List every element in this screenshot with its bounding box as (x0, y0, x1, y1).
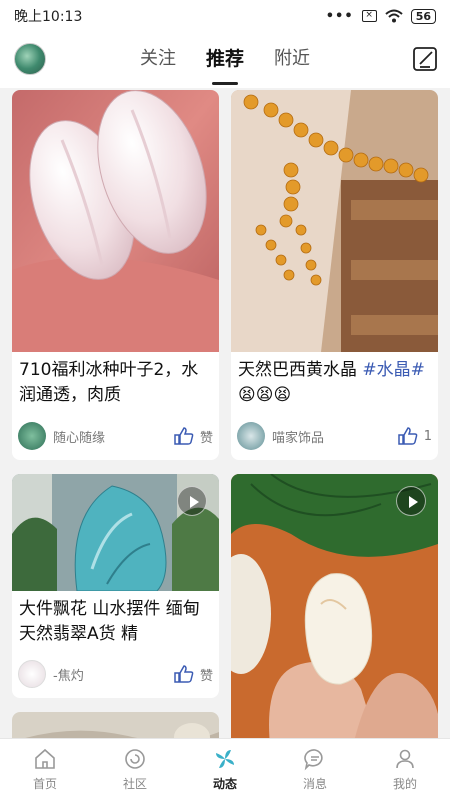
like-button[interactable]: 1 (397, 427, 432, 445)
author-avatar[interactable] (18, 422, 46, 450)
thumbs-up-icon (397, 427, 418, 445)
author-name[interactable]: -焦灼 (53, 665, 174, 684)
citrine-bead-bracelet-photo (231, 90, 438, 352)
thumbs-up-icon (174, 665, 194, 683)
status-time: 晚上10:13 (14, 9, 83, 25)
card-title: 天然巴西黄水晶 #水晶# 😫😫😫 (238, 358, 431, 408)
author-name[interactable]: 喵家饰品 (272, 427, 398, 446)
message-icon (304, 749, 323, 771)
like-count: 赞 (199, 430, 213, 446)
nav-feed[interactable]: 动态 (180, 739, 270, 800)
nav-label: 消息 (302, 777, 327, 791)
feed: 710福利冰种叶子2，水润通透，肉质 随心随缘 赞 天然巴西黄水晶 #水晶# 😫… (0, 88, 450, 738)
feed-card[interactable]: 天然巴西黄水晶 #水晶# 😫😫😫 喵家饰品 1 (231, 90, 438, 460)
video-play-icon[interactable] (396, 486, 426, 516)
pinwheel-icon (216, 750, 234, 768)
no-sim-icon: × (361, 10, 377, 22)
author-avatar[interactable] (237, 422, 265, 450)
bottom-nav: 首页 社区 动态 消息 我的 (0, 738, 450, 800)
compose-icon[interactable] (412, 46, 438, 72)
top-header: 关注 推荐 附近 (0, 32, 450, 88)
nav-home[interactable]: 首页 (0, 739, 90, 800)
card-title: 大件飘花 山水摆件 缅甸天然翡翠A货 精 (19, 599, 200, 644)
status-icons: ••• × 56 (325, 8, 436, 24)
profile-icon (396, 749, 414, 769)
card-footer: -焦灼 赞 (18, 658, 213, 690)
topic-tag[interactable]: #水晶# (362, 360, 425, 380)
nav-label: 首页 (32, 777, 57, 791)
video-play-icon[interactable] (177, 486, 207, 516)
card-footer: 随心随缘 赞 (18, 420, 213, 452)
nav-label: 社区 (122, 777, 147, 791)
home-icon (35, 748, 55, 769)
like-button[interactable]: 赞 (174, 665, 213, 684)
card-footer: 喵家饰品 1 (237, 420, 432, 452)
emoji-text: 😫😫😫 (238, 385, 292, 405)
like-count: 1 (423, 428, 432, 444)
author-avatar[interactable] (18, 660, 46, 688)
nav-messages[interactable]: 消息 (270, 739, 360, 800)
nav-label: 我的 (392, 777, 417, 791)
feed-card[interactable] (231, 474, 438, 738)
nav-profile[interactable]: 我的 (360, 739, 450, 800)
thumbs-up-icon (174, 427, 194, 445)
card-title: 710福利冰种叶子2，水润通透，肉质 (19, 360, 199, 405)
tab-following[interactable]: 关注 (140, 44, 176, 77)
more-dots-icon: ••• (325, 8, 354, 24)
like-count: 赞 (199, 668, 213, 684)
like-button[interactable]: 赞 (174, 427, 213, 446)
status-bar: 晚上10:13 ••• × 56 (0, 0, 450, 32)
tab-nearby[interactable]: 附近 (274, 44, 310, 77)
feed-card[interactable]: 大件飘花 山水摆件 缅甸天然翡翠A货 精 -焦灼 赞 (12, 474, 219, 698)
tab-recommended[interactable]: 推荐 (206, 44, 244, 77)
user-avatar[interactable] (14, 43, 46, 75)
wifi-icon (385, 9, 403, 23)
feed-tabs: 关注 推荐 附近 (140, 44, 310, 77)
nav-community[interactable]: 社区 (90, 739, 180, 800)
jade-item-photo (12, 712, 219, 738)
clear-leaf-carving-photo (12, 90, 219, 352)
community-icon (125, 749, 145, 769)
card-title-text: 天然巴西黄水晶 (238, 360, 363, 380)
battery-icon: 56 (410, 8, 436, 24)
author-name[interactable]: 随心随缘 (53, 427, 174, 446)
feed-card[interactable] (12, 712, 219, 738)
nav-label: 动态 (212, 777, 237, 791)
feed-card[interactable]: 710福利冰种叶子2，水润通透，肉质 随心随缘 赞 (12, 90, 219, 460)
